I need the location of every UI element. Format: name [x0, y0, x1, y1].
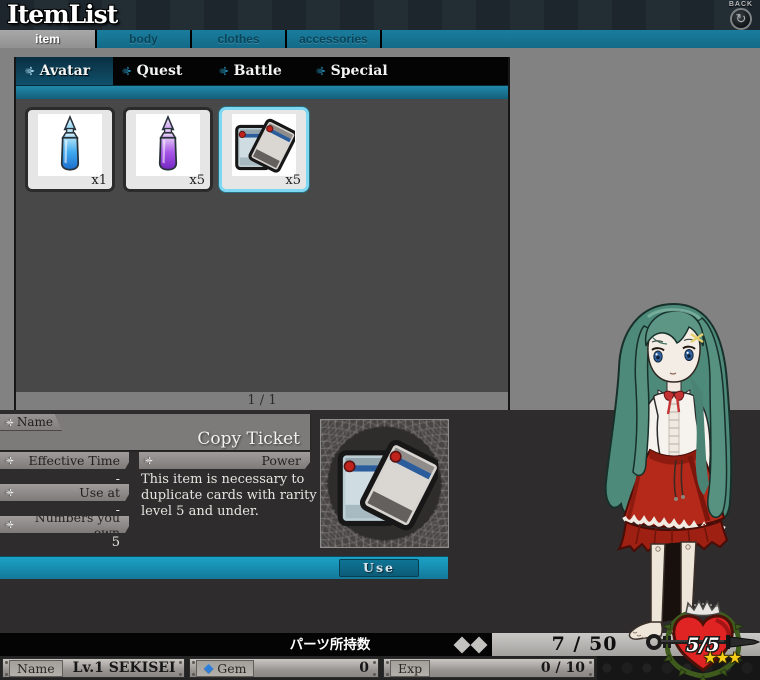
field-use-at: ⚜ Use at: [0, 484, 129, 501]
scroll-icon: ⚜: [141, 456, 154, 466]
tab-accessories[interactable]: accessories: [287, 30, 380, 48]
parts-label: パーツ所持数: [230, 633, 430, 656]
character-portrait: [588, 292, 760, 648]
diamond-icon: [454, 636, 471, 653]
exp-value: 0 / 10: [430, 660, 594, 676]
back-button[interactable]: BACK ↻: [726, 1, 756, 30]
field-effective-time: ⚜ Effective Time: [0, 452, 129, 469]
field-power: ⚜ Power: [139, 452, 310, 469]
scroll-icon: ⚜: [2, 417, 15, 427]
diamond-icon: [471, 636, 488, 653]
item-card-purple-potion[interactable]: x5: [123, 107, 213, 192]
player-name: Lv.1 SEKISEI: [73, 660, 176, 676]
page-title: ItemList: [7, 0, 117, 29]
header-bar: ItemList BACK ↻: [0, 0, 760, 31]
item-image-frame: [320, 419, 449, 548]
pagination-bar: 1 / 1: [16, 392, 508, 410]
rank-stars: ★★★: [703, 648, 740, 668]
use-button[interactable]: Use: [339, 559, 419, 577]
player-name-box: Name Lv.1 SEKISEI: [2, 658, 185, 678]
name-label: Name: [9, 660, 63, 677]
flourish-icon: ⚜: [21, 65, 37, 77]
back-icon: ↻: [730, 8, 752, 30]
exp-box: Exp 0 / 10: [383, 658, 595, 678]
gem-box: ◆ Gem 0: [189, 658, 379, 678]
item-count: x5: [189, 173, 205, 188]
purple-potion-icon: [137, 114, 199, 176]
gem-icon: ◆: [204, 661, 213, 676]
scroll-icon: ⚜: [2, 456, 15, 466]
itemlist-screen: ItemList BACK ↻ item body clothes access…: [0, 0, 760, 680]
item-thumb: [38, 114, 102, 176]
subtab-quest[interactable]: ⚜ Quest: [113, 57, 210, 85]
subtab-special[interactable]: ⚜ Special: [307, 57, 404, 85]
item-card-blue-potion[interactable]: x1: [25, 107, 115, 192]
scroll-icon: ⚜: [2, 520, 15, 530]
heart-emblem: 5/5: [646, 600, 760, 680]
gem-value: 0: [254, 660, 378, 676]
exp-label: Exp: [390, 660, 430, 677]
page-indicator: 1 / 1: [247, 393, 276, 408]
category-tab-bar: item body clothes accessories: [0, 30, 760, 48]
tab-clothes[interactable]: clothes: [192, 30, 285, 48]
use-at-value: -: [0, 503, 120, 518]
field-numbers-you-own: ⚜ Numbers you own: [0, 516, 129, 533]
scroll-icon: ⚜: [2, 488, 15, 498]
back-button-label: BACK: [726, 1, 756, 8]
gem-label: Gem: [217, 661, 246, 676]
item-name: Copy Ticket: [197, 429, 300, 449]
item-card-copy-ticket[interactable]: x5: [219, 107, 309, 192]
copy-ticket-icon: [233, 114, 295, 176]
copy-ticket-large-icon: [334, 432, 438, 536]
flourish-icon: ⚜: [215, 65, 231, 77]
item-thumb: [136, 114, 200, 176]
subtab-bar: ⚜ Avatar ⚜ Quest ⚜ Battle ⚜ Special: [16, 57, 508, 85]
tab-item[interactable]: item: [0, 30, 95, 48]
item-description: This item is necessary to duplicate card…: [141, 472, 321, 520]
name-section-tab: ⚜ Name: [0, 414, 62, 431]
tab-body[interactable]: body: [97, 30, 190, 48]
teal-accent-bar: [16, 85, 508, 99]
item-thumb: [232, 114, 296, 176]
tab-filler-bar: [382, 30, 760, 48]
item-grid: x1 x5: [16, 99, 508, 392]
item-grid-panel: ⚜ Avatar ⚜ Quest ⚜ Battle ⚜ Special: [14, 57, 510, 410]
subtab-avatar[interactable]: ⚜ Avatar: [16, 57, 113, 85]
numbers-you-own-value: 5: [0, 535, 120, 550]
flourish-icon: ⚜: [312, 65, 328, 77]
gem-label-plate: ◆ Gem: [196, 660, 254, 677]
subtab-battle[interactable]: ⚜ Battle: [210, 57, 307, 85]
blue-potion-icon: [39, 114, 101, 176]
item-count: x5: [285, 173, 301, 188]
item-count: x1: [91, 173, 107, 188]
flourish-icon: ⚜: [118, 65, 134, 77]
